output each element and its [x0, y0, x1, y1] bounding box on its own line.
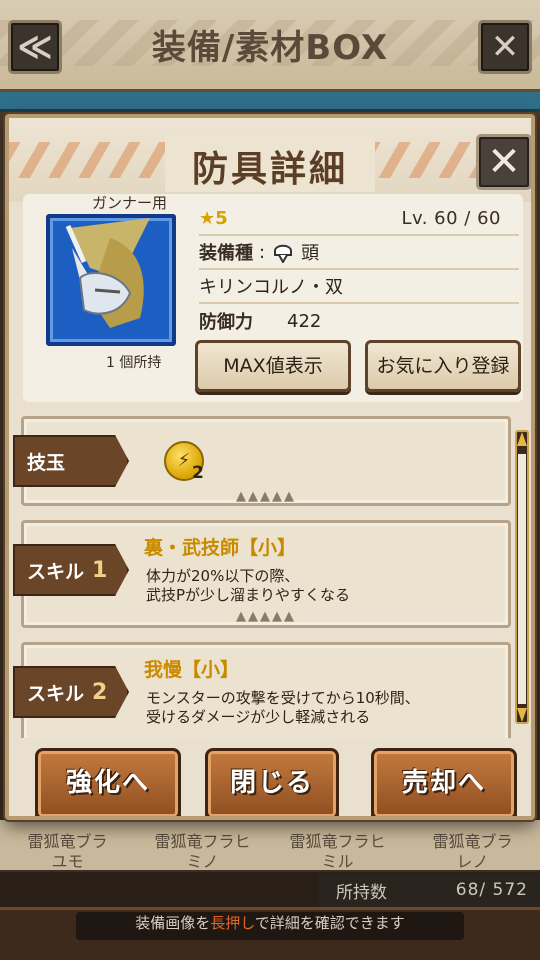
defense-label: 防御力 [199, 312, 253, 333]
skill-name: 我慢【小】 [144, 659, 240, 681]
close-button[interactable]: 閉じる [205, 748, 339, 816]
armor-image[interactable] [46, 214, 176, 346]
rarity-level-row: ★5 Lv. 60 / 60 [199, 202, 519, 236]
tab-strip[interactable] [0, 92, 540, 112]
scroll-up-icon[interactable] [517, 432, 527, 446]
scroll-down-icon[interactable] [517, 708, 527, 722]
scrollbar[interactable] [515, 430, 529, 724]
skill-desc-line: モンスターの攻撃を受けてから10秒間、 [146, 689, 420, 707]
skill-desc-line: 体力が20%以下の際、 [146, 567, 300, 585]
skill-list[interactable]: ⚡ 2 ▲▲▲▲▲ 技玉 裏・武技師【小】 体力が20%以下の際、 武技Pが少し… [9, 408, 531, 738]
skill-tag-label: スキル [27, 560, 85, 583]
background-item[interactable]: 雷狐竜フラヒ ミル [278, 832, 398, 872]
background-item[interactable]: 雷狐竜ブラ レノ [413, 832, 533, 872]
background-item[interactable]: 雷狐竜フラヒ ミノ [143, 832, 263, 872]
sell-button[interactable]: 売却へ [371, 748, 517, 816]
slot-dots: ▲▲▲▲▲ [236, 609, 296, 624]
close-icon: ✕ [487, 139, 521, 185]
hint-post: で詳細を確認できます [254, 914, 405, 932]
dialog-title: 防具詳細 [191, 149, 348, 190]
armor-detail-dialog: 防具詳細 ✕ ガンナー用 1 個所持 ★5 Lv. 60 / 60 装備種: 頭… [5, 114, 535, 820]
decoration-level: 2 [192, 463, 204, 483]
hint-text: 装備画像を長押しで詳細を確認できます [76, 912, 464, 940]
armor-name-row: キリンコルノ・双 [199, 270, 519, 304]
screen-title: 装備/素材BOX [151, 28, 389, 68]
slot-dots: ▲▲▲▲▲ [236, 489, 296, 504]
skill-desc-line: 武技Pが少し溜まりやすくなる [146, 586, 351, 604]
scroll-thumb[interactable] [518, 454, 526, 704]
skill-desc-line: 受けるダメージが少し軽減される [146, 708, 371, 726]
dialog-close-button[interactable]: ✕ [476, 134, 531, 190]
back-icon: ≪ [17, 27, 53, 67]
dialog-header: 防具詳細 [9, 118, 531, 202]
skill-number: 2 [92, 679, 108, 705]
level: Lv. 60 / 60 [401, 207, 501, 229]
usage-label: ガンナー用 [92, 194, 168, 212]
background-item-list: 雷狐竜ブラ ユモ 雷狐竜フラヒ ミノ 雷狐竜フラヒ ミル 雷狐竜ブラ レノ [0, 832, 540, 872]
defense-row: 防御力 422 [199, 304, 519, 338]
skill-number: 1 [92, 557, 108, 583]
back-button[interactable]: ≪ [8, 20, 62, 74]
hint-highlight: 長押し [210, 914, 255, 932]
rarity: ★5 [199, 207, 228, 229]
helmet-icon [274, 244, 293, 263]
defense-value: 422 [287, 310, 322, 332]
equip-type-label: 装備種 [199, 243, 253, 264]
owned-count-bar: 所持数 68/ 572 [318, 873, 540, 907]
close-icon: ✕ [490, 27, 520, 67]
max-value-button[interactable]: MAX値表示 [195, 340, 351, 392]
skill-tag: スキル 1 [13, 544, 129, 596]
upgrade-button[interactable]: 強化へ [35, 748, 181, 816]
header-bar: 装備/素材BOX [0, 0, 540, 92]
favorite-button[interactable]: お気に入り登録 [365, 340, 521, 392]
count-label: 所持数 [336, 882, 387, 903]
background-item[interactable]: 雷狐竜ブラ ユモ [8, 832, 128, 872]
equip-type-row: 装備種: 頭 [199, 236, 519, 270]
skill-tag-label: 技玉 [27, 451, 66, 474]
skill-tag-label: スキル [27, 682, 85, 705]
skill-tag: 技玉 [13, 435, 129, 487]
hint-pre: 装備画像を [135, 914, 211, 932]
skill-tag: スキル 2 [13, 666, 129, 718]
equip-type-colon: : [259, 241, 266, 263]
count-value: 68/ 572 [455, 880, 528, 900]
screen-close-button[interactable]: ✕ [478, 20, 532, 74]
owned-count: 1 個所持 [106, 355, 162, 371]
equip-type-value: 頭 [301, 243, 320, 264]
armor-name: キリンコルノ・双 [199, 277, 343, 298]
skill-name: 裏・武技師【小】 [144, 537, 297, 559]
helm-icon [65, 218, 150, 328]
